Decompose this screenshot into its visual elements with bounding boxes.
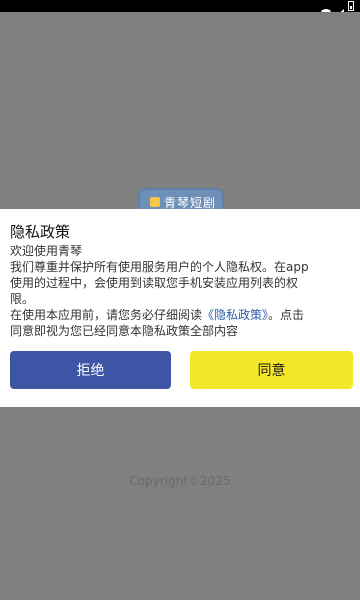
body-line-2: 使用的过程中，会使用到读取您手机安装应用列表的权 (10, 276, 299, 290)
body-line-4-suffix: 。点击 (268, 308, 305, 322)
status-bar (0, 0, 360, 17)
privacy-policy-dialog: 隐私政策 欢迎使用青琴 我们尊重并保护所有使用服务用户的个人隐私权。在app 使… (0, 209, 360, 407)
wifi-icon (321, 2, 331, 17)
reject-button[interactable]: 拒绝 (10, 351, 171, 389)
status-icons (321, 0, 354, 17)
body-line-1: 我们尊重并保护所有使用服务用户的个人隐私权。在app (10, 260, 309, 274)
body-line-4: 在使用本应用前，请您务必仔细阅读《隐私政策》。点击 (10, 307, 350, 323)
privacy-policy-link[interactable]: 《隐私政策》 (202, 308, 268, 322)
copyright-text: Copyright©2025 (129, 474, 231, 488)
body-line-4-prefix: 在使用本应用前，请您务必仔细阅读 (10, 308, 203, 322)
battery-icon (348, 1, 354, 11)
body-line-5: 同意即视为您已经同意本隐私政策全部内容 (10, 324, 239, 338)
dialog-body: 欢迎使用青琴 我们尊重并保护所有使用服务用户的个人隐私权。在app 使用的过程中… (10, 243, 350, 339)
app-logo-badge-icon (150, 197, 160, 207)
agree-button[interactable]: 同意 (190, 351, 353, 389)
body-line-3: 限。 (10, 292, 35, 306)
dialog-title: 隐私政策 (10, 223, 71, 241)
welcome-text: 欢迎使用青琴 (10, 244, 83, 258)
signal-icon (335, 2, 344, 17)
